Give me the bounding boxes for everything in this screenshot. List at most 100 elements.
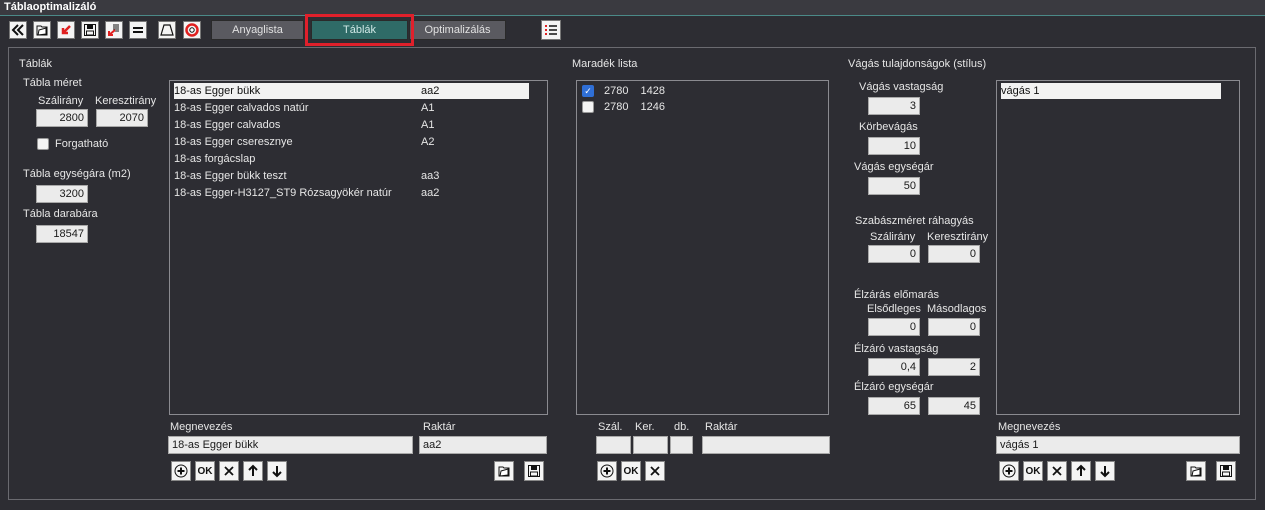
ok-button[interactable]: OK <box>195 461 215 481</box>
edge-price-field-2[interactable]: 45 <box>928 397 980 415</box>
export-list-icon[interactable] <box>105 21 123 39</box>
table-warehouse-label: Raktár <box>423 421 456 433</box>
delete-button[interactable] <box>1047 461 1067 481</box>
perspective-icon[interactable] <box>158 21 176 39</box>
list-item-code: A1 <box>421 119 435 131</box>
remnant-length: 2780 <box>604 101 629 113</box>
add-button[interactable] <box>999 461 1019 481</box>
primary-label: Elsődleges <box>867 303 921 315</box>
cut-name-field[interactable]: vágás 1 <box>996 436 1240 454</box>
length-dir-label: Szálirány <box>38 95 84 107</box>
cut-unit-price-field[interactable]: 50 <box>868 177 920 195</box>
cut-section-title: Vágás tulajdonságok (stílus) <box>848 58 987 70</box>
list-item[interactable]: 18-as Egger bükk teszt aa3 <box>174 168 529 184</box>
edge-price-field-1[interactable]: 65 <box>868 397 920 415</box>
list-item[interactable]: 18-as Egger-H3127_ST9 Rózsagyökér natúr a… <box>174 185 529 201</box>
edge-thickness-label: Élzáró vastagság <box>854 343 939 355</box>
move-down-button[interactable] <box>1095 461 1115 481</box>
table-name-field[interactable]: 18-as Egger bükk <box>168 436 413 454</box>
cut-unit-price-label: Vágás egységár <box>854 161 934 173</box>
unit-price-label: Tábla egységára (m2) <box>23 168 131 180</box>
allowance-len-label: Szálirány <box>870 231 916 243</box>
remnant-checkbox[interactable] <box>582 101 594 113</box>
list-item[interactable]: 2780 1428 <box>604 83 665 99</box>
tab-anyaglista[interactable]: Anyaglista <box>211 20 304 40</box>
list-item-name: 18-as Egger calvados <box>174 119 281 131</box>
remnant-cross-field[interactable] <box>633 436 668 454</box>
remnant-qty-label: db. <box>674 421 690 433</box>
cut-thickness-field[interactable]: 3 <box>868 97 920 115</box>
list-item-name: 18-as Egger calvados natúr <box>174 102 309 114</box>
trim-field[interactable]: 10 <box>868 137 920 155</box>
list-item[interactable]: 18-as Egger calvados natúr A1 <box>174 100 529 116</box>
list-item[interactable]: 18-as Egger bükk aa2 <box>174 83 529 99</box>
list-item-name: 18-as Egger bükk teszt <box>174 170 287 182</box>
piece-price-field[interactable]: 18547 <box>36 225 88 243</box>
allowance-cross-label: Keresztirány <box>927 231 989 243</box>
list-item[interactable]: 2780 1246 <box>604 99 665 115</box>
unit-price-field[interactable]: 3200 <box>36 185 88 203</box>
list-item-code: aa3 <box>421 170 440 182</box>
ok-button[interactable]: OK <box>1023 461 1043 481</box>
ok-button[interactable]: OK <box>621 461 641 481</box>
secondary-label: Másodlagos <box>927 303 987 315</box>
list-item[interactable]: 18-as Egger cseresznye A2 <box>174 134 529 150</box>
add-button[interactable] <box>171 461 191 481</box>
open-button[interactable] <box>494 461 514 481</box>
add-button[interactable] <box>597 461 617 481</box>
list-item-code: A2 <box>421 136 435 148</box>
edge-thickness-field-1[interactable]: 0,4 <box>868 358 920 376</box>
cross-dir-label: Keresztirány <box>95 95 157 107</box>
open-file-icon[interactable] <box>33 21 51 39</box>
remnant-list[interactable]: ✓ 2780 1428 2780 1246 <box>576 80 829 415</box>
remnant-length: 2780 <box>604 85 629 97</box>
back-icon[interactable] <box>9 21 27 39</box>
save-icon[interactable] <box>81 21 99 39</box>
delete-button[interactable] <box>219 461 239 481</box>
remnant-warehouse-field[interactable] <box>702 436 830 454</box>
piece-price-label: Tábla darabára <box>23 208 98 220</box>
list-item-name: 18-as forgácslap <box>174 153 256 165</box>
tab-optimalizalas[interactable]: Optimalizálás <box>409 20 506 40</box>
tables-list[interactable]: 18-as Egger bükk aa2 18-as Egger calvados… <box>169 80 548 415</box>
help-lifebuoy-icon[interactable] <box>183 21 201 39</box>
edge-price-label: Élzáró egységár <box>854 381 934 393</box>
edge-pre-label: Élzárás előmarás <box>854 289 939 301</box>
list-view-icon[interactable] <box>541 20 561 40</box>
remnant-width: 1246 <box>640 101 665 113</box>
equals-icon[interactable] <box>129 21 147 39</box>
list-item[interactable]: 18-as forgácslap <box>174 151 529 167</box>
list-item[interactable]: vágás 1 <box>1001 83 1221 99</box>
edge-thickness-field-2[interactable]: 2 <box>928 358 980 376</box>
table-cross-field[interactable]: 2070 <box>96 109 148 127</box>
title-bar: Táblaoptimalizáló <box>0 0 1265 16</box>
primary-field[interactable]: 0 <box>868 318 920 336</box>
rotatable-checkbox[interactable] <box>37 138 49 150</box>
table-length-field[interactable]: 2800 <box>36 109 88 127</box>
move-down-button[interactable] <box>267 461 287 481</box>
save-button[interactable] <box>524 461 544 481</box>
tables-section-title: Táblák <box>19 58 53 70</box>
rotatable-label: Forgatható <box>55 138 109 150</box>
cut-thickness-label: Vágás vastagság <box>859 81 944 93</box>
cut-style-list[interactable]: vágás 1 <box>996 80 1240 415</box>
remnant-section-title: Maradék lista <box>572 58 638 70</box>
move-up-button[interactable] <box>1071 461 1091 481</box>
list-item[interactable]: 18-as Egger calvados A1 <box>174 117 529 133</box>
secondary-field[interactable]: 0 <box>928 318 980 336</box>
delete-button[interactable] <box>645 461 665 481</box>
remnant-len-field[interactable] <box>596 436 631 454</box>
import-icon[interactable] <box>57 21 75 39</box>
table-name-label: Megnevezés <box>170 421 233 433</box>
table-warehouse-field[interactable]: aa2 <box>419 436 547 454</box>
table-size-label: Tábla méret <box>23 77 82 89</box>
allowance-cross-field[interactable]: 0 <box>928 245 980 263</box>
remnant-checkbox[interactable]: ✓ <box>582 85 594 97</box>
remnant-warehouse-label: Raktár <box>705 421 738 433</box>
allowance-len-field[interactable]: 0 <box>868 245 920 263</box>
list-item-name: 18-as Egger bükk <box>174 85 261 97</box>
remnant-qty-field[interactable] <box>670 436 693 454</box>
move-up-button[interactable] <box>243 461 263 481</box>
save-button[interactable] <box>1216 461 1236 481</box>
open-button[interactable] <box>1186 461 1206 481</box>
